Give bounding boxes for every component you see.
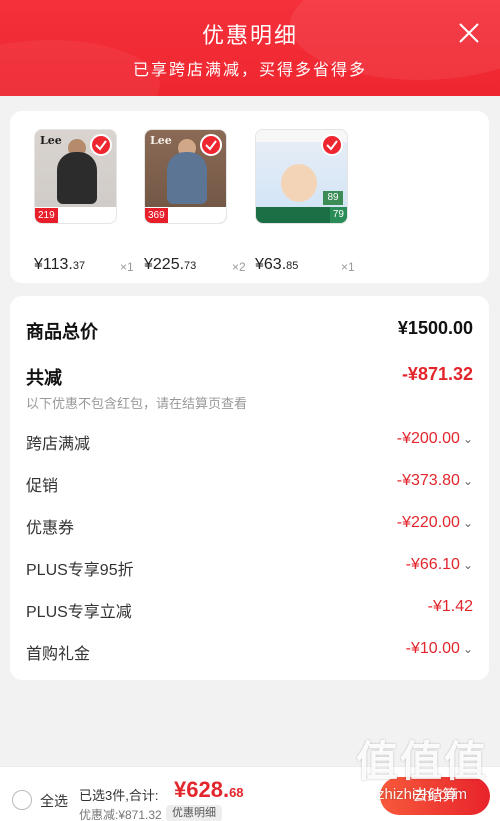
discount-value: -¥220.00 ⌄	[396, 514, 473, 531]
reduce-row: 共减 -¥871.32	[26, 364, 473, 388]
discount-value: -¥66.10 ⌄	[405, 556, 473, 573]
discount-value: -¥373.80 ⌄	[396, 472, 473, 489]
discount-row[interactable]: 促销 -¥373.80 ⌄	[26, 472, 473, 496]
discount-detail-card: 商品总价 ¥1500.00 共减 -¥871.32 以下优惠不包含红包，请在结算…	[10, 296, 489, 680]
select-all-label[interactable]: 全选	[40, 791, 68, 811]
product-qty: ×1	[120, 260, 134, 274]
badge-value: 89	[323, 191, 343, 205]
product-price: ¥63.85	[255, 256, 299, 273]
brand-logo: Lee	[40, 134, 62, 147]
product-qty: ×1	[341, 260, 355, 274]
total-label: 商品总价	[26, 322, 98, 342]
page-subtitle: 已享跨店满减，买得多省得多	[132, 60, 367, 79]
model-body	[57, 152, 97, 204]
product-image[interactable]: Lee 219	[34, 129, 117, 224]
product-image[interactable]: Lee 369	[144, 129, 227, 224]
tag-price: 79	[329, 207, 347, 223]
reduce-value: -¥871.32	[401, 364, 473, 384]
product-price: ¥113.37	[34, 256, 86, 273]
discount-label: 促销	[26, 478, 59, 495]
checked-icon[interactable]	[90, 134, 112, 156]
product-item[interactable]: Lee 219 ¥113.37 ×1	[34, 129, 134, 274]
product-item[interactable]: Lee 369 ¥225.73 ×2	[144, 129, 246, 274]
discount-label: 跨店满减	[26, 436, 91, 453]
reduced-amount: 优惠减:¥871.32	[79, 808, 162, 821]
discount-detail-chip[interactable]: 优惠明细	[166, 805, 222, 821]
discount-value: -¥1.42	[427, 598, 473, 615]
grand-total: ¥628.68	[174, 777, 244, 802]
tag-price: 219	[35, 208, 58, 223]
tag-price: 369	[145, 208, 168, 223]
reduce-label: 共减	[26, 368, 62, 388]
discount-label: 首购礼金	[26, 646, 91, 663]
close-icon	[459, 23, 479, 43]
products-card: Lee 219 ¥113.37 ×1 Lee 369 ¥225.73 ×2 89…	[10, 111, 489, 283]
discount-row[interactable]: 优惠券 -¥220.00 ⌄	[26, 514, 473, 538]
brand-logo: Lee	[150, 134, 172, 147]
checkout-button[interactable]: 去结算	[380, 777, 490, 815]
close-button[interactable]	[456, 20, 482, 46]
product-item[interactable]: 89 79 ¥63.85 ×1	[255, 129, 355, 274]
price-tag: 369	[145, 207, 226, 223]
discount-row[interactable]: PLUS专享95折 -¥66.10 ⌄	[26, 556, 473, 580]
discount-row[interactable]: 首购礼金 -¥10.00 ⌄	[26, 640, 473, 664]
header: 优惠明细 已享跨店满减，买得多省得多	[0, 0, 500, 96]
chevron-down-icon: ⌄	[462, 642, 473, 656]
chevron-down-icon: ⌄	[462, 516, 473, 530]
product-price: ¥225.73	[144, 256, 197, 273]
chevron-down-icon: ⌄	[462, 558, 473, 572]
select-all-radio[interactable]	[12, 790, 32, 810]
checked-icon[interactable]	[321, 134, 343, 156]
discount-row: PLUS专享立减 -¥1.42	[26, 598, 473, 622]
discount-label: PLUS专享95折	[26, 562, 134, 579]
price-tag: 219	[35, 207, 116, 223]
baby-image	[281, 164, 317, 202]
total-value: ¥1500.00	[397, 318, 473, 338]
total-row: 商品总价 ¥1500.00	[26, 318, 473, 342]
discount-value: -¥200.00 ⌄	[396, 430, 473, 447]
discount-value: -¥10.00 ⌄	[405, 640, 473, 657]
discount-label: PLUS专享立减	[26, 604, 132, 621]
product-image[interactable]: 89 79	[255, 129, 348, 224]
price-tag: 79	[256, 207, 347, 223]
discount-note: 以下优惠不包含红包，请在结算页查看	[26, 396, 248, 411]
model-body	[167, 152, 207, 204]
chevron-down-icon: ⌄	[462, 474, 473, 488]
selected-summary: 已选3件,合计:	[79, 788, 159, 803]
chevron-down-icon: ⌄	[462, 432, 473, 446]
page-title: 优惠明细	[201, 24, 298, 49]
bottom-bar: 全选 已选3件,合计: ¥628.68 优惠减:¥871.32 优惠明细 去结算	[0, 766, 500, 821]
product-qty: ×2	[232, 260, 246, 274]
checked-icon[interactable]	[200, 134, 222, 156]
discount-row[interactable]: 跨店满减 -¥200.00 ⌄	[26, 430, 473, 454]
discount-label: 优惠券	[26, 520, 75, 537]
